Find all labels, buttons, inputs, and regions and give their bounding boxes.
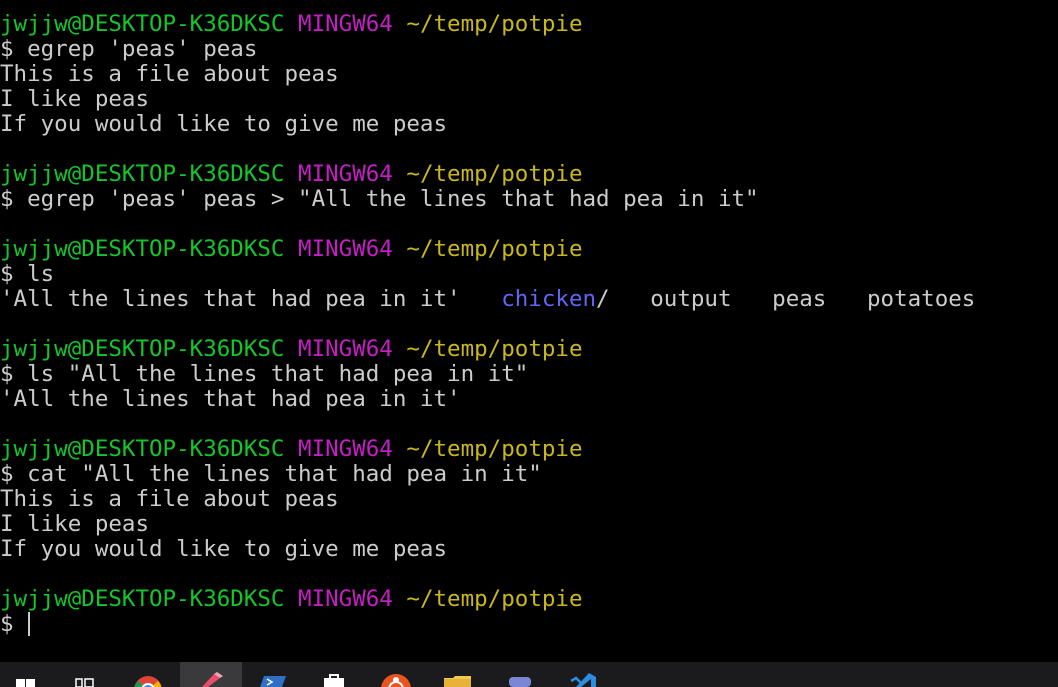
command-line: $ egrep 'peas' peas <box>0 37 257 62</box>
prompt-user-host: jwjjw@DESKTOP-K36DKSC <box>0 336 285 362</box>
prompt-symbol: $ <box>0 261 28 287</box>
taskbar <box>0 662 1058 687</box>
output-line: This is a file about peas <box>0 61 339 87</box>
ls-entry-file: potatoes <box>866 286 976 312</box>
command-line: $ ls <box>0 262 54 287</box>
ls-entry-directory: chicken <box>501 286 597 312</box>
output-line: I like peas <box>0 511 150 537</box>
prompt-path: ~/temp/potpie <box>406 586 583 612</box>
command-text: cat "All the lines that had pea in it" <box>27 461 542 487</box>
powershell-icon[interactable] <box>252 662 296 687</box>
directory-slash: / <box>596 286 610 312</box>
active-input-line[interactable]: $ <box>0 611 31 637</box>
output-line: If you would like to give me peas <box>0 111 448 137</box>
output-line: If you would like to give me peas <box>0 536 448 562</box>
prompt-shell: MINGW64 <box>298 586 393 612</box>
output-line: This is a file about peas <box>0 486 339 512</box>
vscode-icon[interactable] <box>560 662 604 687</box>
prompt-path: ~/temp/potpie <box>406 436 583 462</box>
command-text: ls <box>27 261 55 287</box>
prompt-shell: MINGW64 <box>298 336 393 362</box>
chrome-icon[interactable] <box>126 662 170 687</box>
prompt-line: jwjjw@DESKTOP-K36DKSC MINGW64 ~/temp/pot… <box>0 587 583 612</box>
prompt-line: jwjjw@DESKTOP-K36DKSC MINGW64 ~/temp/pot… <box>0 162 583 187</box>
pen-tool-icon[interactable] <box>180 662 242 687</box>
discord-icon[interactable] <box>498 662 542 687</box>
ls-entry-file: 'All the lines that had pea in it' <box>0 286 461 312</box>
command-text: egrep 'peas' peas > "All the lines that … <box>27 186 759 212</box>
file-explorer-icon[interactable] <box>436 662 480 687</box>
prompt-path: ~/temp/potpie <box>406 11 583 37</box>
prompt-user-host: jwjjw@DESKTOP-K36DKSC <box>0 436 285 462</box>
prompt-line: jwjjw@DESKTOP-K36DKSC MINGW64 ~/temp/pot… <box>0 437 583 462</box>
prompt-symbol: $ <box>0 361 28 387</box>
command-text: ls "All the lines that had pea in it" <box>27 361 529 387</box>
command-text: egrep 'peas' peas <box>27 36 258 62</box>
command-line: $ cat "All the lines that had pea in it" <box>0 462 542 487</box>
command-line: $ ls "All the lines that had pea in it" <box>0 362 528 387</box>
command-line: $ egrep 'peas' peas > "All the lines tha… <box>0 187 759 212</box>
output-line: 'All the lines that had pea in it' <box>0 386 461 412</box>
ubuntu-icon[interactable] <box>374 662 418 687</box>
prompt-symbol: $ <box>0 186 28 212</box>
prompt-symbol: $ <box>0 611 28 637</box>
text-cursor <box>28 612 31 636</box>
prompt-path: ~/temp/potpie <box>406 161 583 187</box>
prompt-user-host: jwjjw@DESKTOP-K36DKSC <box>0 11 285 37</box>
prompt-path: ~/temp/potpie <box>406 336 583 362</box>
prompt-shell: MINGW64 <box>298 161 393 187</box>
prompt-symbol: $ <box>0 36 28 62</box>
output-line: I like peas <box>0 86 150 112</box>
prompt-shell: MINGW64 <box>298 11 393 37</box>
ls-entry-file: output <box>650 286 732 312</box>
ls-entry-file: peas <box>772 286 827 312</box>
prompt-path: ~/temp/potpie <box>406 236 583 262</box>
prompt-symbol: $ <box>0 461 28 487</box>
prompt-shell: MINGW64 <box>298 236 393 262</box>
prompt-line: jwjjw@DESKTOP-K36DKSC MINGW64 ~/temp/pot… <box>0 237 583 262</box>
store-icon[interactable] <box>312 662 356 687</box>
prompt-user-host: jwjjw@DESKTOP-K36DKSC <box>0 236 285 262</box>
terminal-window[interactable]: jwjjw@DESKTOP-K36DKSC MINGW64 ~/temp/pot… <box>0 0 1058 662</box>
ls-output-line: 'All the lines that had pea in it' chick… <box>0 287 975 312</box>
windows-start-icon[interactable] <box>4 662 48 687</box>
prompt-line: jwjjw@DESKTOP-K36DKSC MINGW64 ~/temp/pot… <box>0 12 583 37</box>
prompt-user-host: jwjjw@DESKTOP-K36DKSC <box>0 161 285 187</box>
prompt-line: jwjjw@DESKTOP-K36DKSC MINGW64 ~/temp/pot… <box>0 337 583 362</box>
prompt-user-host: jwjjw@DESKTOP-K36DKSC <box>0 586 285 612</box>
task-view-icon[interactable] <box>62 662 106 687</box>
prompt-shell: MINGW64 <box>298 436 393 462</box>
